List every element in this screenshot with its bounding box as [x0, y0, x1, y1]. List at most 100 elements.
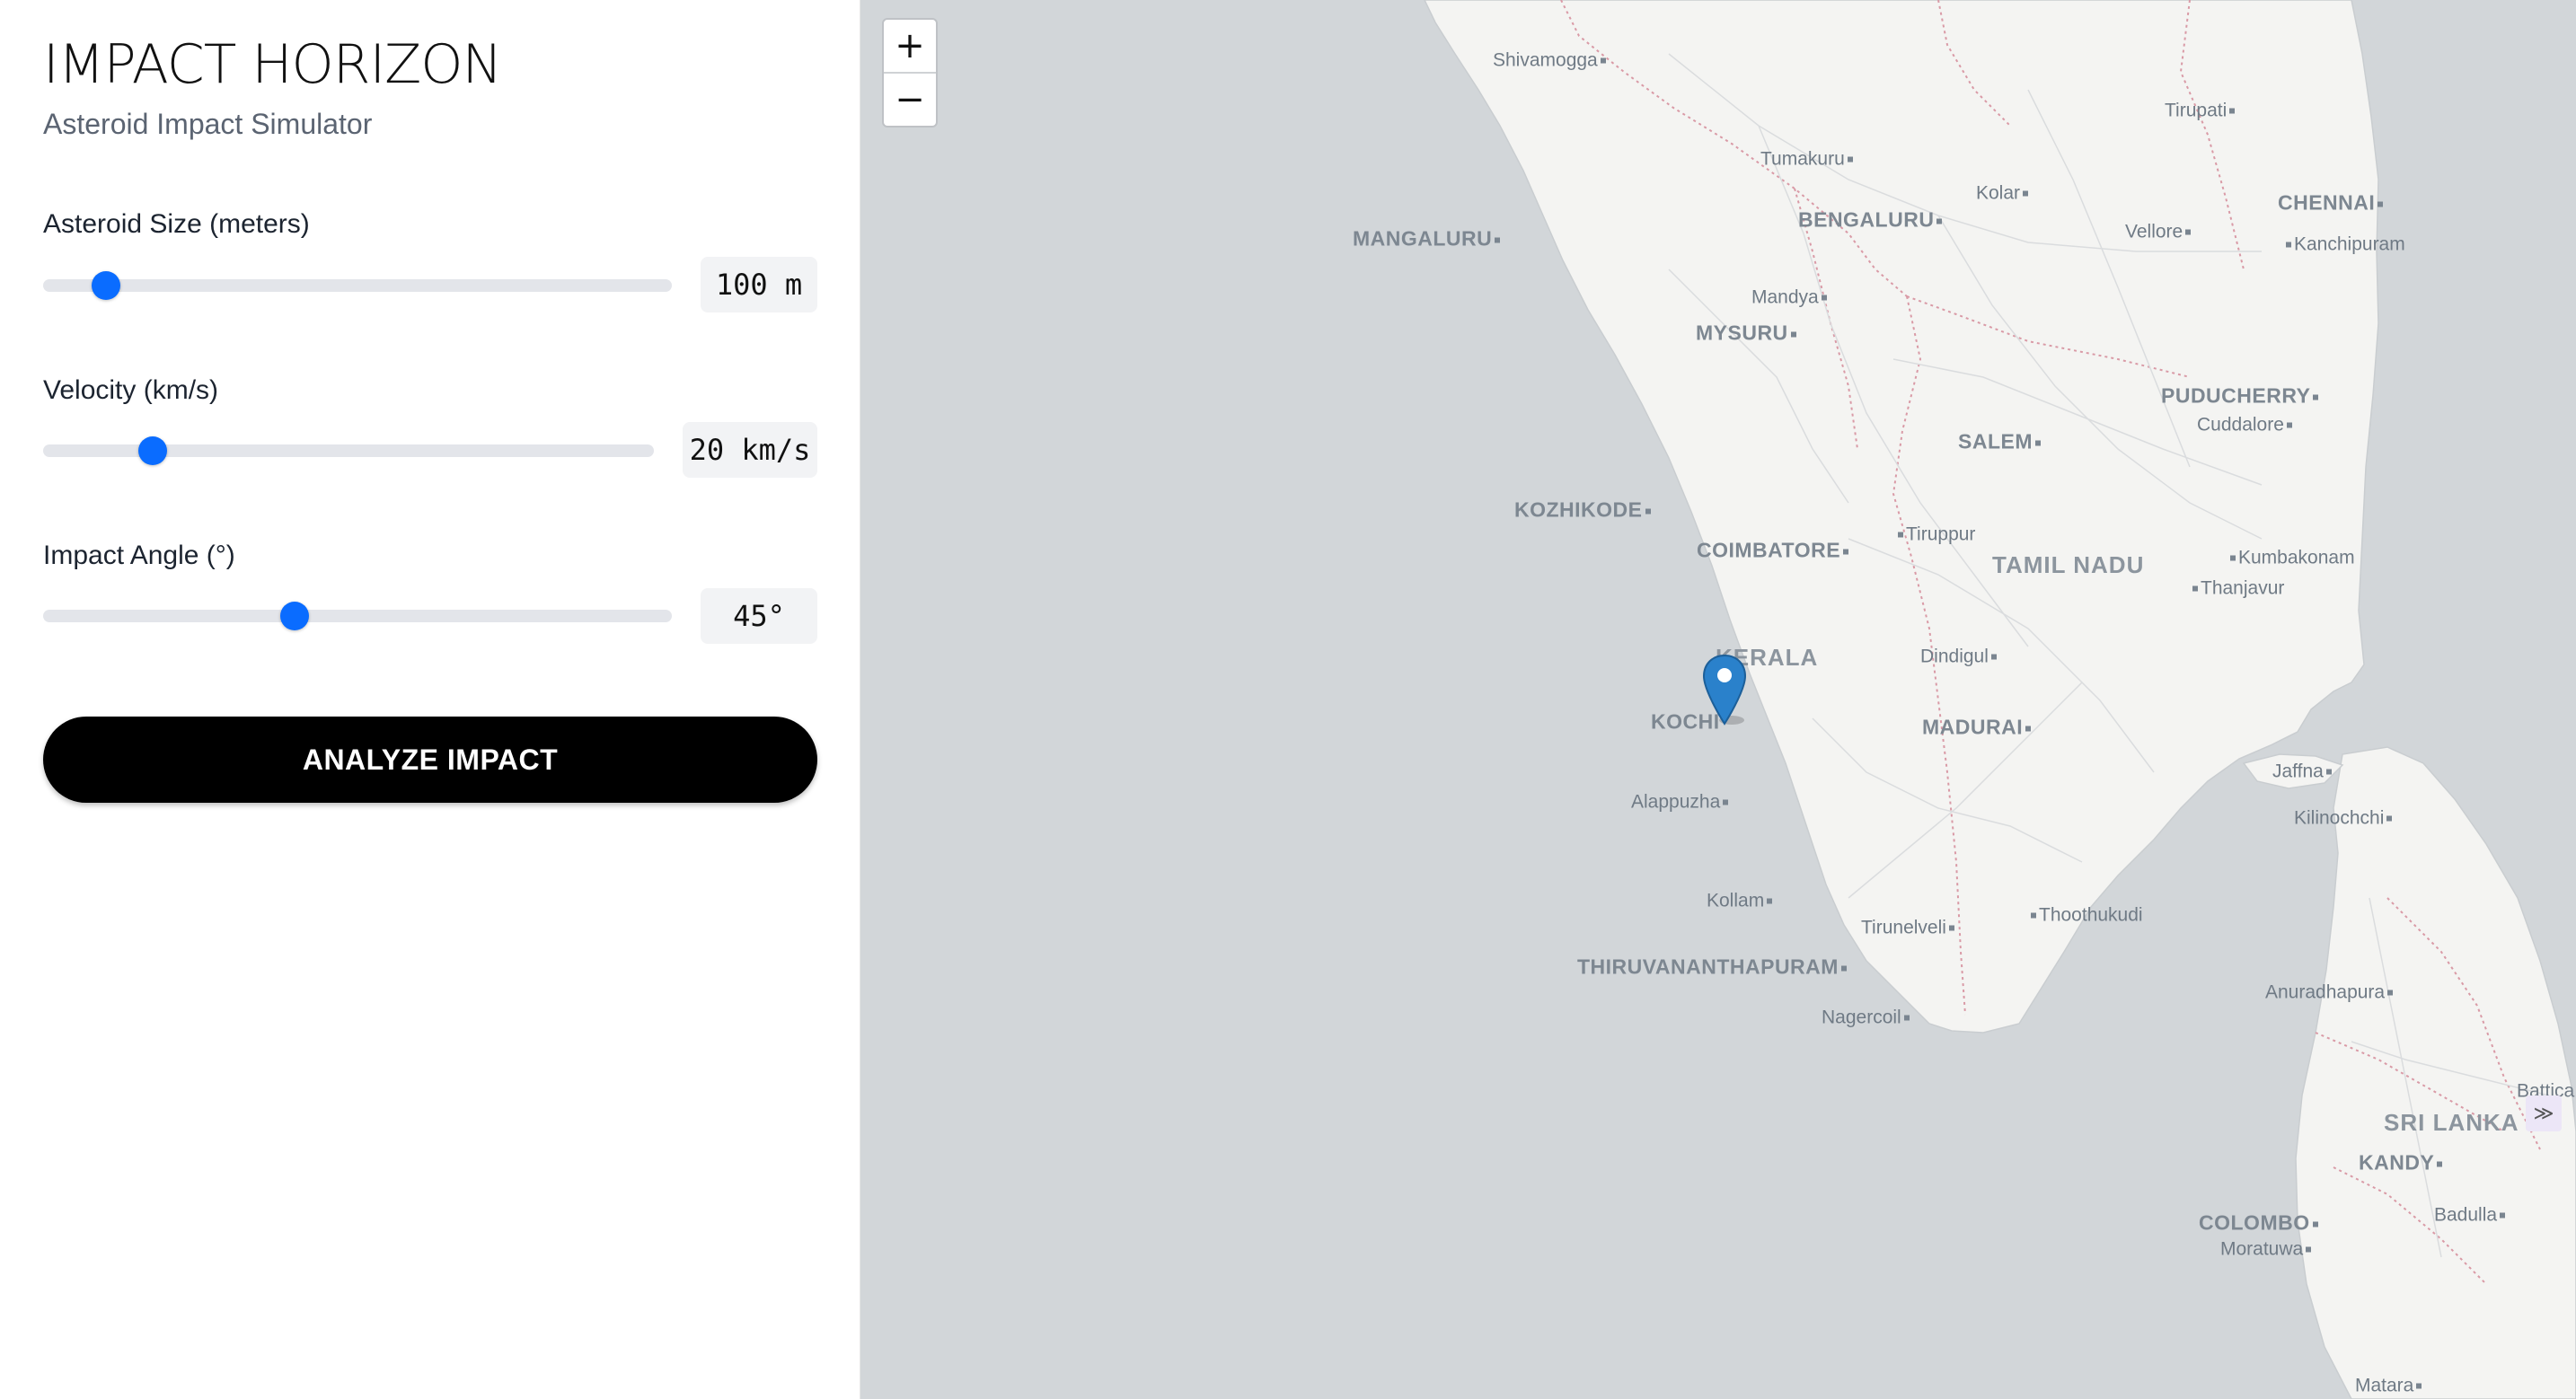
asteroid-size-slider[interactable] — [43, 271, 672, 300]
app-title: IMPACT HORIZON — [43, 33, 502, 96]
place-dot — [1645, 508, 1651, 515]
place-label-moratuwa: Moratuwa — [2220, 1240, 2314, 1259]
place-name: Moratuwa — [2220, 1238, 2304, 1260]
region-label-tamil-nadu: TAMIL NADU — [1992, 551, 2145, 578]
place-name: Mandya — [1751, 286, 1819, 308]
place-name: Shivamogga — [1493, 49, 1598, 71]
place-label-dindigul: Dindigul — [1920, 647, 1999, 666]
app-subtitle: Asteroid Impact Simulator — [43, 108, 373, 140]
place-name: Badulla — [2434, 1204, 2498, 1226]
place-label-tirupati: Tirupati — [2165, 101, 2237, 120]
velocity-label: Velocity (km/s) — [43, 375, 219, 405]
place-label-kanchipuram: Kanchipuram — [2283, 235, 2405, 254]
place-name: Tirupati — [2165, 100, 2228, 121]
sri-lanka-landmass — [2295, 746, 2576, 1399]
place-dot — [1723, 799, 1729, 805]
zoom-out-button[interactable]: − — [884, 74, 936, 126]
place-label-puducherry: PUDUCHERRY — [2161, 383, 2321, 408]
place-name: Alappuzha — [1631, 791, 1721, 813]
place-dot — [2025, 726, 2032, 732]
map-view[interactable]: + − Shivamogga Tirupati Tumakuru Kolar B… — [860, 0, 2576, 1399]
place-dot — [2286, 242, 2291, 248]
place-dot — [1990, 654, 1997, 660]
place-dot — [2386, 815, 2393, 822]
analyze-impact-button[interactable]: ANALYZE IMPACT — [43, 717, 817, 803]
place-label-nagercoil: Nagercoil — [1822, 1008, 1912, 1027]
place-dot — [1821, 295, 1827, 301]
place-name: Matara — [2355, 1375, 2414, 1396]
place-name: KANDY — [2359, 1150, 2435, 1175]
control-panel: IMPACT HORIZON Asteroid Impact Simulator… — [0, 0, 860, 1399]
place-label-vellore: Vellore — [2125, 223, 2193, 242]
place-dot — [2378, 201, 2384, 207]
place-label-coimbatore: COIMBATORE — [1697, 540, 1851, 561]
place-label-kumbakonam: Kumbakonam — [2228, 549, 2355, 568]
place-label-kollam: Kollam — [1707, 892, 1775, 911]
place-dot — [2312, 1221, 2318, 1227]
place-dot — [2035, 440, 2041, 446]
place-label-anuradhapura: Anuradhapura — [2265, 983, 2395, 1002]
place-dot — [2192, 585, 2198, 592]
place-dot — [1898, 532, 1903, 538]
place-label-bengaluru: BENGALURU — [1798, 207, 1945, 232]
place-label-cuddalore: Cuddalore — [2197, 416, 2295, 435]
impact-angle-label: Impact Angle (°) — [43, 541, 235, 570]
velocity-slider[interactable] — [43, 436, 654, 465]
place-name: Cuddalore — [2197, 414, 2284, 436]
place-dot — [1840, 965, 1847, 972]
impact-angle-slider-thumb[interactable] — [280, 602, 309, 630]
zoom-in-button[interactable]: + — [884, 20, 936, 74]
place-label-kandy: KANDY — [2359, 1150, 2445, 1175]
place-label-mysuru: MYSURU — [1696, 321, 1799, 345]
place-dot — [2500, 1212, 2506, 1219]
place-dot — [2230, 555, 2236, 561]
place-name: Kumbakonam — [2238, 547, 2355, 568]
place-label-thiruvananthapuram: THIRUVANANTHAPURAM — [1577, 955, 1849, 979]
place-name: THIRUVANANTHAPURAM — [1577, 955, 1839, 979]
place-dot — [1903, 1015, 1910, 1021]
asteroid-size-label: Asteroid Size (meters) — [43, 209, 310, 239]
velocity-slider-thumb[interactable] — [138, 436, 168, 465]
place-name: Tirunelveli — [1861, 917, 1946, 938]
place-label-jaffna: Jaffna — [2272, 762, 2334, 781]
place-dot — [2313, 394, 2319, 400]
place-dot — [2416, 1383, 2422, 1389]
place-label-tiruppur: Tiruppur — [1895, 525, 1975, 544]
place-label-matara: Matara — [2355, 1377, 2424, 1395]
place-name: Kilinochchi — [2294, 807, 2385, 829]
place-name: Tiruppur — [1906, 524, 1976, 545]
place-label-kozhikode: KOZHIKODE — [1514, 499, 1654, 521]
place-name: CHENNAI — [2278, 190, 2376, 215]
place-name: Tumakuru — [1760, 148, 1845, 170]
place-dot — [2306, 1246, 2312, 1253]
place-name: Kanchipuram — [2294, 233, 2405, 255]
place-dot — [2185, 229, 2192, 235]
place-dot — [1847, 156, 1853, 163]
place-label-thanjavur: Thanjavur — [2190, 579, 2284, 598]
place-dot — [2229, 108, 2236, 114]
place-name: Anuradhapura — [2265, 981, 2386, 1003]
impact-angle-slider[interactable] — [43, 602, 672, 630]
place-dot — [2286, 422, 2292, 428]
place-label-chennai: CHENNAI — [2278, 190, 2386, 215]
place-dot — [2031, 912, 2036, 919]
asteroid-size-slider-thumb[interactable] — [92, 271, 120, 300]
place-name: Thanjavur — [2201, 577, 2285, 599]
place-dot — [1600, 57, 1606, 64]
asteroid-size-value: 100 m — [701, 257, 817, 312]
place-name: BENGALURU — [1798, 207, 1935, 232]
place-dot — [2325, 769, 2332, 775]
place-dot — [1767, 898, 1773, 904]
place-name: PUDUCHERRY — [2161, 383, 2311, 408]
expand-icon[interactable]: ≫ — [2526, 1095, 2562, 1131]
place-label-colombo: COLOMBO — [2199, 1210, 2321, 1235]
place-name: MYSURU — [1696, 321, 1788, 345]
impact-location-marker-icon[interactable] — [1701, 654, 1748, 726]
place-label-salem: SALEM — [1958, 429, 2043, 453]
zoom-control: + − — [882, 18, 938, 128]
place-name: SALEM — [1958, 429, 2033, 453]
place-dot — [2023, 190, 2029, 197]
place-name: COLOMBO — [2199, 1210, 2310, 1235]
place-label-badulla: Badulla — [2434, 1206, 2508, 1225]
place-dot — [1495, 237, 1501, 243]
